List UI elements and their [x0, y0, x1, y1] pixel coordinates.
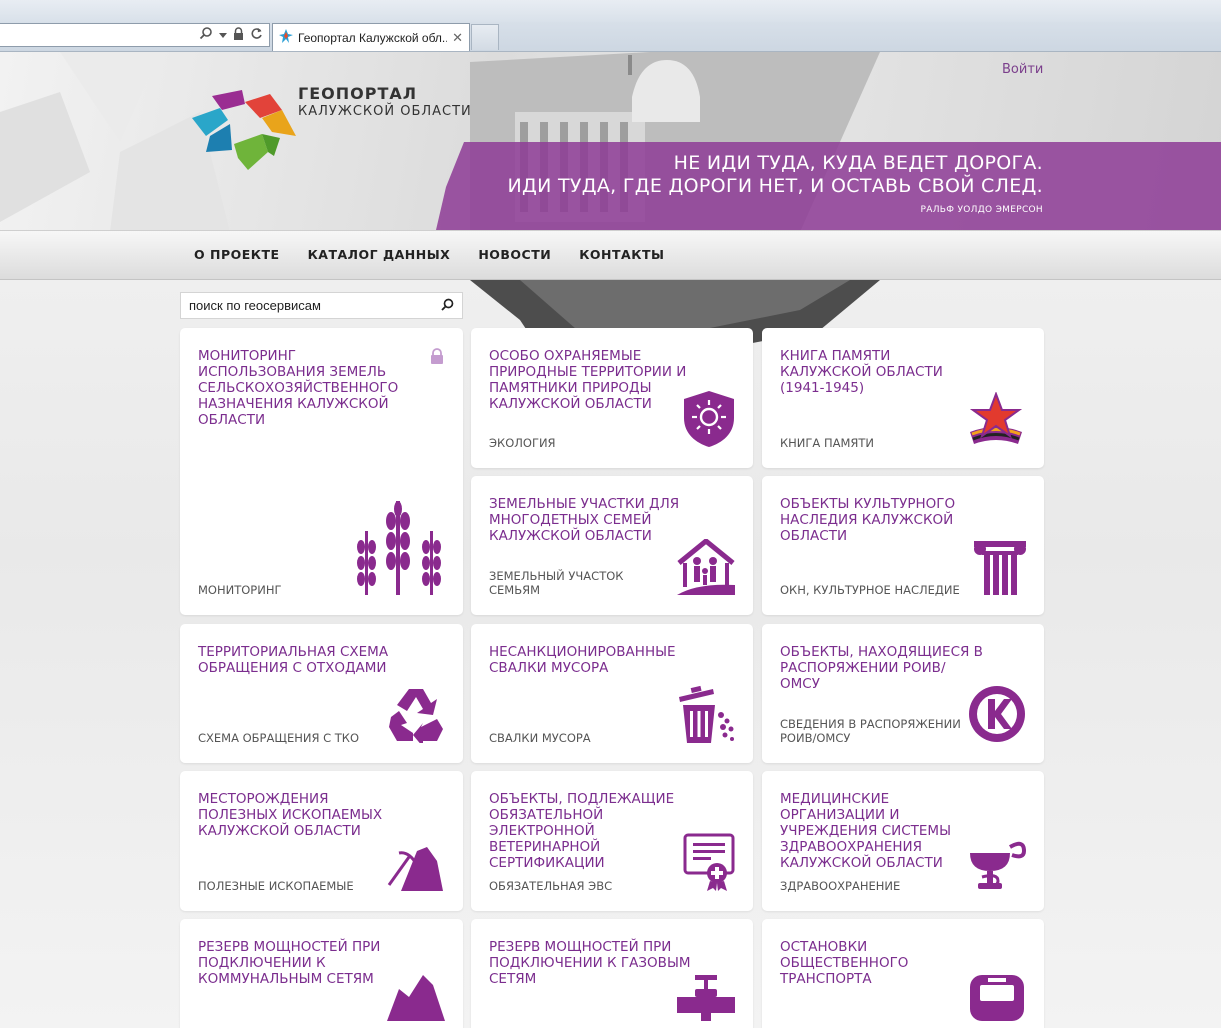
page: ГЕОПОРТАЛ КАЛУЖСКОЙ ОБЛАСТИ Войти НЕ ИДИ…: [0, 52, 1221, 1028]
search-input[interactable]: [189, 298, 441, 313]
nav-item-about[interactable]: О ПРОЕКТЕ: [194, 247, 280, 262]
bus-icon: [968, 975, 1026, 1025]
brand-title: ГЕОПОРТАЛ: [298, 84, 418, 103]
card-illegal-dumps[interactable]: НЕСАНКЦИОНИРОВАННЫЕ СВАЛКИ МУСОРА СВАЛКИ…: [471, 624, 753, 763]
address-bar[interactable]: [0, 23, 270, 47]
pickaxe-mountain-icon: [387, 843, 445, 895]
refresh-icon[interactable]: [250, 27, 263, 44]
trash-bin-icon: [677, 685, 735, 747]
main-nav: О ПРОЕКТЕ КАТАЛОГ ДАННЫХ НОВОСТИ КОНТАКТ…: [194, 247, 664, 262]
card-title: ОСТАНОВКИ ОБЩЕСТВЕННОГО ТРАНСПОРТА: [780, 939, 909, 987]
card-title: МЕДИЦИНСКИЕ ОРГАНИЗАЦИИ И УЧРЕЖДЕНИЯ СИС…: [780, 791, 951, 871]
card-waste-scheme[interactable]: ТЕРРИТОРИАЛЬНАЯ СХЕМА ОБРАЩЕНИЯ С ОТХОДА…: [180, 624, 463, 763]
card-title: РЕЗЕРВ МОЩНОСТЕЙ ПРИ ПОДКЛЮЧЕНИИ К КОММУ…: [198, 939, 381, 987]
card-vet-certification[interactable]: ОБЪЕКТЫ, ПОДЛЕЖАЩИЕ ОБЯЗАТЕЛЬНОЙ ЭЛЕКТРО…: [471, 771, 753, 911]
card-mineral-deposits[interactable]: МЕСТОРОЖДЕНИЯ ПОЛЕЗНЫХ ИСКОПАЕМЫХ КАЛУЖС…: [180, 771, 463, 911]
card-title: РЕЗЕРВ МОЩНОСТЕЙ ПРИ ПОДКЛЮЧЕНИИ К ГАЗОВ…: [489, 939, 691, 987]
gas-valve-icon: [677, 975, 735, 1025]
shield-sun-icon: [683, 390, 735, 452]
card-subtitle: ОБЯЗАТЕЛЬНАЯ ЭВС: [489, 879, 613, 893]
card-title: ОБЪЕКТЫ, ПОДЛЕЖАЩИЕ ОБЯЗАТЕЛЬНОЙ ЭЛЕКТРО…: [489, 791, 675, 871]
search-icon[interactable]: [441, 296, 454, 315]
nav-item-contacts[interactable]: КОНТАКТЫ: [579, 247, 664, 262]
card-cultural-heritage[interactable]: ОБЪЕКТЫ КУЛЬТУРНОГО НАСЛЕДИЯ КАЛУЖСКОЙ О…: [762, 476, 1044, 615]
card-subtitle: ЗДРАВООХРАНЕНИЕ: [780, 879, 901, 893]
card-title: ЗЕМЕЛЬНЫЕ УЧАСТКИ ДЛЯ МНОГОДЕТНЫХ СЕМЕЙ …: [489, 496, 680, 544]
certificate-icon: [683, 833, 735, 895]
favicon-icon: [279, 29, 293, 46]
card-protected-areas[interactable]: ОСОБО ОХРАНЯЕМЫЕ ПРИРОДНЫЕ ТЕРРИТОРИИ И …: [471, 328, 753, 468]
logo[interactable]: [190, 88, 300, 173]
card-title: ОСОБО ОХРАНЯЕМЫЕ ПРИРОДНЫЕ ТЕРРИТОРИИ И …: [489, 348, 687, 412]
quote-line-2: ИДИ ТУДА, ГДЕ ДОРОГИ НЕТ, И ОСТАВЬ СВОЙ …: [507, 175, 1043, 197]
card-subtitle: СВАЛКИ МУСОРА: [489, 731, 591, 745]
quote-author: РАЛЬФ УОЛДО ЭМЕРСОН: [920, 205, 1043, 215]
card-subtitle: ОКН, КУЛЬТУРНОЕ НАСЛЕДИЕ: [780, 583, 960, 597]
nav-item-catalog[interactable]: КАТАЛОГ ДАННЫХ: [308, 247, 451, 262]
browser-tab[interactable]: Геопортал Калужской обл... ✕: [272, 23, 470, 51]
card-title: ОБЪЕКТЫ, НАХОДЯЩИЕСЯ В РАСПОРЯЖЕНИИ РОИВ…: [780, 644, 983, 692]
new-tab-button[interactable]: [471, 24, 499, 50]
lock-icon: [429, 348, 445, 368]
card-title: ОБЪЕКТЫ КУЛЬТУРНОГО НАСЛЕДИЯ КАЛУЖСКОЙ О…: [780, 496, 956, 544]
card-subtitle: ЗЕМЕЛЬНЫЙ УЧАСТОК СЕМЬЯМ: [489, 569, 624, 597]
browser-top-strip: [0, 0, 1221, 22]
card-memory-book[interactable]: КНИГА ПАМЯТИ КАЛУЖСКОЙ ОБЛАСТИ (1941-194…: [762, 328, 1044, 468]
card-subtitle: ЭКОЛОГИЯ: [489, 436, 556, 450]
card-title: ТЕРРИТОРИАЛЬНАЯ СХЕМА ОБРАЩЕНИЯ С ОТХОДА…: [198, 644, 389, 676]
card-title: МОНИТОРИНГ ИСПОЛЬЗОВАНИЯ ЗЕМЕЛЬ СЕЛЬСКОХ…: [198, 348, 399, 428]
wheat-icon: [353, 501, 445, 599]
nav-item-news[interactable]: НОВОСТИ: [478, 247, 551, 262]
red-star-ribbon-icon: [966, 391, 1026, 452]
card-gas-networks[interactable]: РЕЗЕРВ МОЩНОСТЕЙ ПРИ ПОДКЛЮЧЕНИИ К ГАЗОВ…: [471, 919, 753, 1028]
letter-k-icon: [968, 685, 1026, 747]
family-house-icon: [677, 537, 735, 599]
medical-bowl-icon: [968, 833, 1027, 895]
card-roiv-objects[interactable]: ОБЪЕКТЫ, НАХОДЯЩИЕСЯ В РАСПОРЯЖЕНИИ РОИВ…: [762, 624, 1044, 763]
card-subtitle: СВЕДЕНИЯ В РАСПОРЯЖЕНИИ РОИВ/ОМСУ: [780, 717, 961, 745]
card-monitoring[interactable]: МОНИТОРИНГ ИСПОЛЬЗОВАНИЯ ЗЕМЕЛЬ СЕЛЬСКОХ…: [180, 328, 463, 615]
card-title: МЕСТОРОЖДЕНИЯ ПОЛЕЗНЫХ ИСКОПАЕМЫХ КАЛУЖС…: [198, 791, 383, 839]
card-subtitle: СХЕМА ОБРАЩЕНИЯ С ТКО: [198, 731, 360, 745]
quote-line-1: НЕ ИДИ ТУДА, КУДА ВЕДЕТ ДОРОГА.: [673, 152, 1043, 174]
search-icon[interactable]: [199, 26, 213, 44]
card-title: КНИГА ПАМЯТИ КАЛУЖСКОЙ ОБЛАСТИ (1941-194…: [780, 348, 943, 396]
card-family-plots[interactable]: ЗЕМЕЛЬНЫЕ УЧАСТКИ ДЛЯ МНОГОДЕТНЫХ СЕМЕЙ …: [471, 476, 753, 615]
card-subtitle: ПОЛЕЗНЫЕ ИСКОПАЕМЫЕ: [198, 879, 354, 893]
search-box: [180, 292, 463, 319]
tab-title: Геопортал Калужской обл...: [298, 30, 448, 45]
browser-chrome: Геопортал Калужской обл... ✕: [0, 0, 1221, 52]
column-icon: [974, 537, 1026, 599]
card-communal-networks[interactable]: РЕЗЕРВ МОЩНОСТЕЙ ПРИ ПОДКЛЮЧЕНИИ К КОММУ…: [180, 919, 463, 1028]
dropdown-arrow-icon[interactable]: [219, 28, 227, 43]
brand-subtitle: КАЛУЖСКОЙ ОБЛАСТИ: [298, 104, 472, 119]
mountain-icon: [387, 975, 445, 1025]
recycle-icon: [387, 687, 445, 747]
card-transport-stops[interactable]: ОСТАНОВКИ ОБЩЕСТВЕННОГО ТРАНСПОРТА: [762, 919, 1044, 1028]
close-tab-icon[interactable]: ✕: [452, 30, 463, 46]
lock-icon[interactable]: [233, 26, 244, 44]
card-healthcare[interactable]: МЕДИЦИНСКИЕ ОРГАНИЗАЦИИ И УЧРЕЖДЕНИЯ СИС…: [762, 771, 1044, 911]
login-link[interactable]: Войти: [1002, 62, 1043, 77]
card-subtitle: КНИГА ПАМЯТИ: [780, 436, 875, 450]
card-title: НЕСАНКЦИОНИРОВАННЫЕ СВАЛКИ МУСОРА: [489, 644, 676, 676]
